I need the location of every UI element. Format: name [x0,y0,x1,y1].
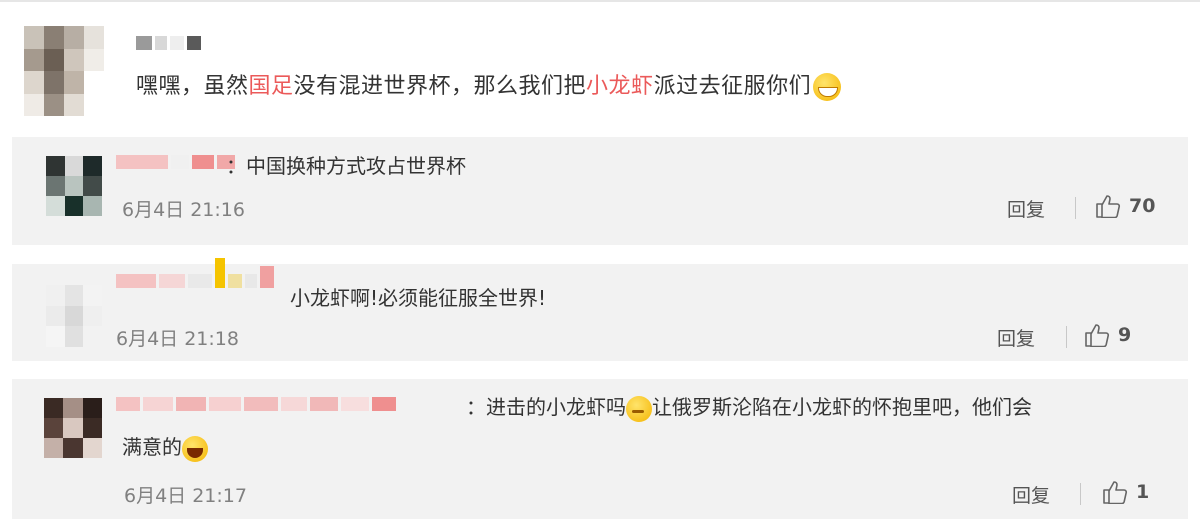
reply-card: ：中国换种方式攻占世界杯 6月4日 21:16 回复 70 [12,137,1188,245]
reply-button[interactable]: 回复 [1007,195,1045,222]
avatar[interactable] [46,285,102,347]
reply-text: ：中国换种方式攻占世界杯 [226,154,466,178]
avatar[interactable] [44,398,102,458]
username[interactable] [116,151,235,169]
thinking-emoji-icon [626,395,652,422]
thumbs-up-icon [1096,195,1121,218]
reply-text: 满意的 [122,433,208,462]
like-button[interactable]: 9 [1084,323,1131,347]
username[interactable] [116,258,274,288]
thumbs-up-icon [1085,324,1110,347]
like-count: 70 [1129,195,1156,217]
thumbs-up-icon [1103,481,1128,504]
reply-time: 6月4日 21:16 [122,199,245,221]
reply-time: 6月4日 21:17 [124,485,247,507]
username[interactable] [116,393,396,411]
laughing-emoji-icon [182,435,208,462]
reply-card: ：进击的小龙虾吗 让俄罗斯沦陷在小龙虾的怀抱里吧，他们会 满意的 6月4日 21:… [12,379,1188,519]
post-text: 嘿嘿，虽然国足没有混进世界杯，那么我们把小龙虾派过去征服你们 [136,72,842,102]
username[interactable] [136,32,201,50]
top-divider [0,0,1200,2]
divider [1075,197,1076,219]
reply-text: ：进击的小龙虾吗 让俄罗斯沦陷在小龙虾的怀抱里吧，他们会 [466,393,1032,422]
highlight-topic[interactable]: 小龙虾 [586,74,654,99]
highlight-topic[interactable]: 国足 [249,74,294,99]
reply-text: 小龙虾啊!必须能征服全世界! [290,286,547,310]
like-button[interactable]: 70 [1095,194,1155,218]
divider [1080,483,1081,505]
avatar[interactable] [46,156,102,216]
reply-card: 小龙虾啊!必须能征服全世界! 6月4日 21:18 回复 9 [12,258,1188,361]
reply-button[interactable]: 回复 [1012,481,1050,508]
avatar[interactable] [24,26,104,116]
reply-button[interactable]: 回复 [997,324,1035,351]
divider [1066,326,1067,348]
like-button[interactable]: 1 [1102,480,1149,504]
reply-time: 6月4日 21:18 [116,328,239,350]
like-count: 9 [1118,324,1132,346]
grin-emoji-icon [813,73,842,101]
like-count: 1 [1136,481,1150,503]
